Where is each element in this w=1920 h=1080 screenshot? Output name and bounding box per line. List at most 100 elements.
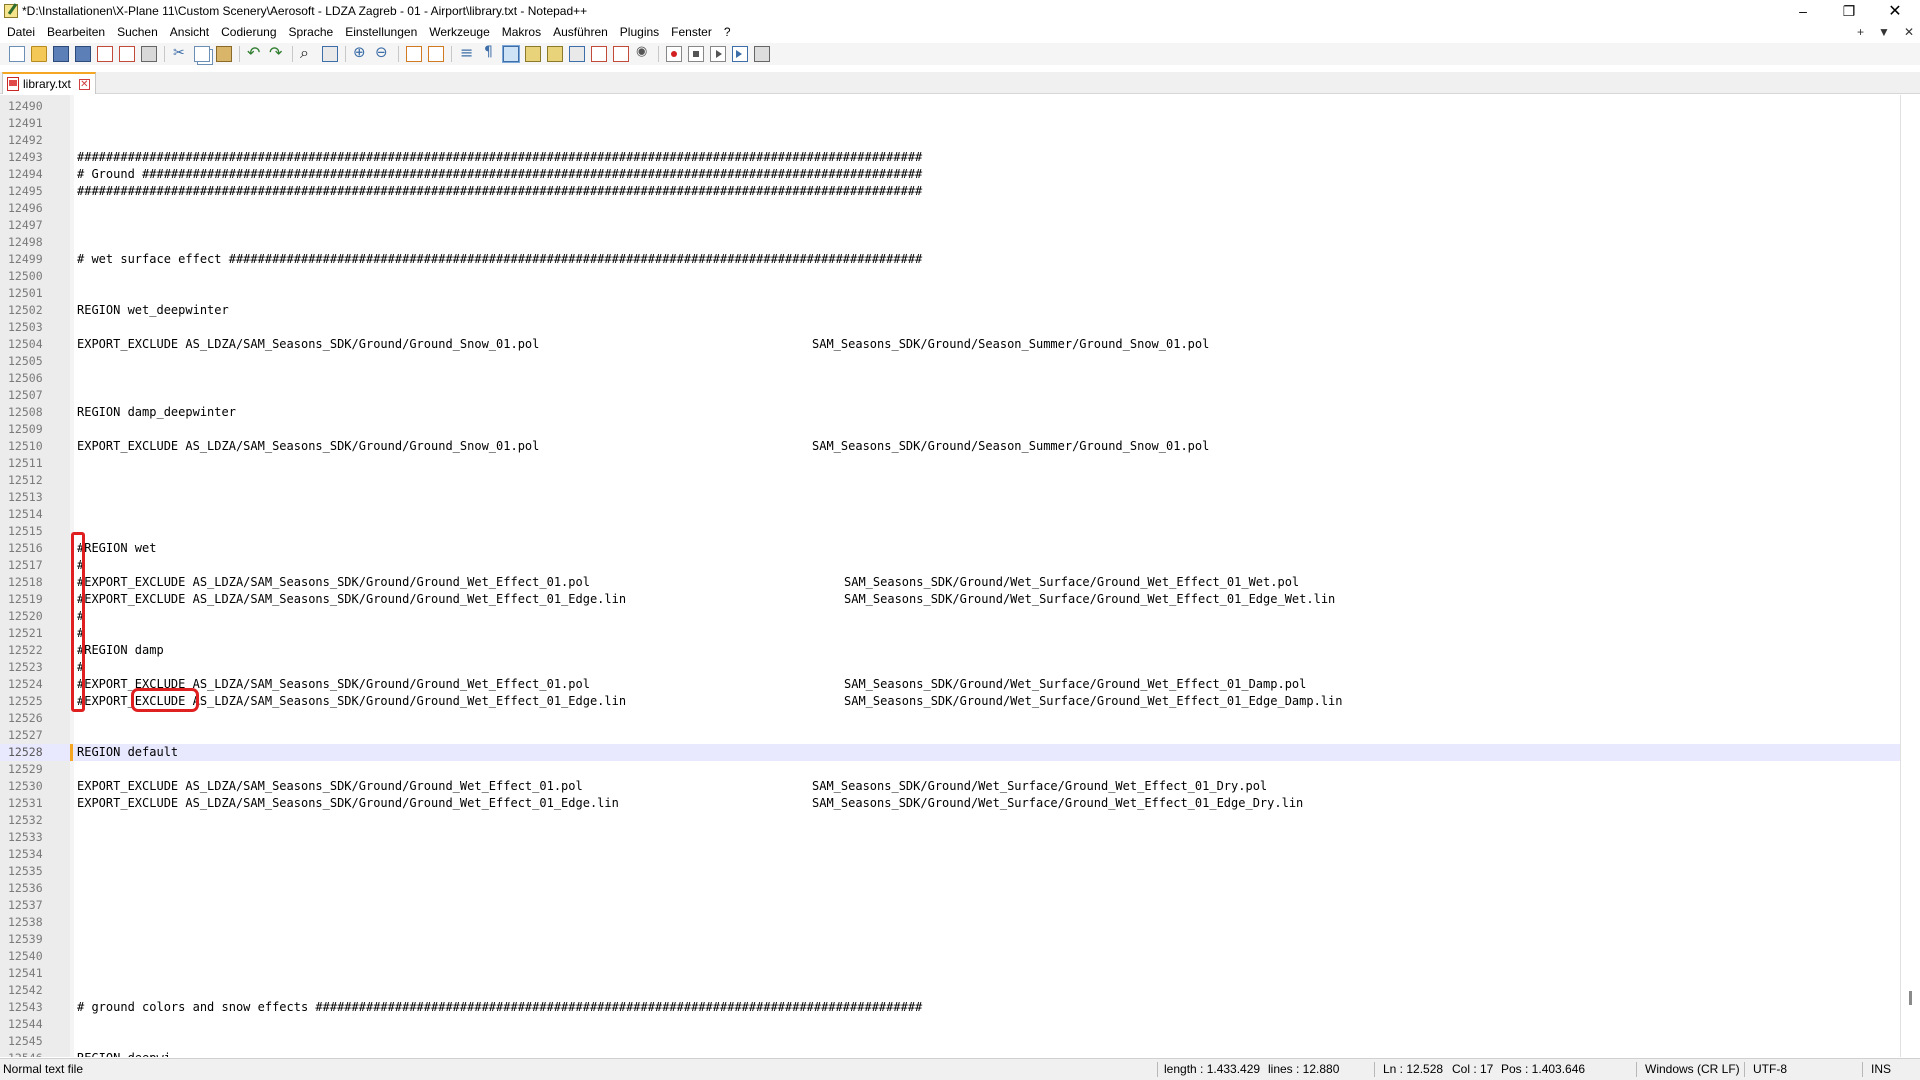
menu-datei[interactable]: Datei (0, 25, 41, 39)
notepadpp-app-icon[interactable] (4, 4, 18, 18)
sync-horizontal-scroll-icon[interactable] (428, 46, 444, 62)
open-file-icon[interactable] (31, 46, 47, 62)
find-icon[interactable] (300, 43, 316, 63)
menu-plugins[interactable]: Plugins (614, 25, 665, 39)
tab-list-dropdown-button[interactable]: ▼ (1878, 25, 1890, 39)
document-map-icon[interactable] (547, 46, 563, 62)
scrollbar-thumb[interactable] (1909, 991, 1912, 1005)
editor-line[interactable]: 12518 #EXPORT_EXCLUDE AS_LDZA/SAM_Seasons… (0, 574, 1900, 591)
sync-vertical-scroll-icon[interactable] (406, 46, 422, 62)
menu-codierung[interactable]: Codierung (215, 25, 282, 39)
editor-line[interactable]: 12496 (0, 200, 1900, 217)
editor-line[interactable]: 12504 EXPORT_EXCLUDE AS_LDZA/SAM_Seasons_… (0, 336, 1900, 353)
editor-line[interactable]: 12490 (0, 98, 1900, 115)
editor-line[interactable]: 12546 REGION deepwi (0, 1050, 1900, 1057)
close-button[interactable]: ✕ (1872, 0, 1918, 22)
editor-line[interactable]: 12544 (0, 1016, 1900, 1033)
menu-einstellungen[interactable]: Einstellungen (339, 25, 423, 39)
editor-line[interactable]: 12509 (0, 421, 1900, 438)
close-document-button[interactable]: ✕ (1904, 25, 1914, 39)
editor-line[interactable]: 12517 # (0, 557, 1900, 574)
editor-line[interactable]: 12534 (0, 846, 1900, 863)
editor-line[interactable]: 12494 # Ground ##########################… (0, 166, 1900, 183)
editor-line[interactable]: 12527 (0, 727, 1900, 744)
zoom-in-icon[interactable] (353, 43, 369, 62)
menu-help[interactable]: ? (718, 25, 737, 39)
editor-line[interactable]: 12543 # ground colors and snow effects ##… (0, 999, 1900, 1016)
document-list-icon[interactable] (569, 46, 585, 62)
editor-line[interactable]: 12540 (0, 948, 1900, 965)
editor-line[interactable]: 12539 (0, 931, 1900, 948)
menu-ausfuehren[interactable]: Ausführen (547, 25, 614, 39)
run-macro-multiple-icon[interactable] (732, 46, 748, 62)
record-macro-icon[interactable] (666, 46, 682, 62)
close-all-icon[interactable] (119, 46, 135, 62)
undo-icon[interactable] (247, 43, 263, 62)
editor-line[interactable]: 12492 (0, 132, 1900, 149)
copy-icon[interactable] (194, 46, 210, 62)
stop-recording-icon[interactable] (688, 46, 704, 62)
editor-line[interactable]: 12537 (0, 897, 1900, 914)
editor-line[interactable]: 12499 # wet surface effect ##############… (0, 251, 1900, 268)
save-macro-icon[interactable] (754, 46, 770, 62)
editor-line[interactable]: 12511 (0, 455, 1900, 472)
monitoring-icon[interactable] (635, 44, 651, 62)
new-file-icon[interactable] (9, 46, 25, 62)
redo-icon[interactable] (269, 43, 285, 62)
editor-line[interactable]: 12508 REGION damp_deepwinter (0, 404, 1900, 421)
editor-line[interactable]: 12516 #REGION wet (0, 540, 1900, 557)
editor-line[interactable]: 12531 EXPORT_EXCLUDE AS_LDZA/SAM_Seasons_… (0, 795, 1900, 812)
editor-line[interactable]: 12502 REGION wet_deepwinter (0, 302, 1900, 319)
vertical-scrollbar[interactable] (1904, 95, 1918, 1057)
editor-line[interactable]: 12506 (0, 370, 1900, 387)
editor-line[interactable]: 12532 (0, 812, 1900, 829)
editor-line[interactable]: 12500 (0, 268, 1900, 285)
minimize-button[interactable]: – (1780, 0, 1826, 22)
editor-line[interactable]: 12535 (0, 863, 1900, 880)
tab-close-icon[interactable]: ✕ (78, 78, 90, 90)
editor-line[interactable]: 12497 (0, 217, 1900, 234)
text-editor[interactable]: 12490 12491 12492 12493 ####################… (0, 95, 1920, 1057)
editor-line[interactable]: 12515 (0, 523, 1900, 540)
editor-line[interactable]: 12513 (0, 489, 1900, 506)
editor-line[interactable]: 12528 REGION default (0, 744, 1900, 761)
playback-macro-icon[interactable] (710, 46, 726, 62)
restore-button[interactable]: ❐ (1826, 0, 1872, 22)
editor-line[interactable]: 12529 (0, 761, 1900, 778)
menu-bearbeiten[interactable]: Bearbeiten (41, 25, 111, 39)
editor-line[interactable]: 12545 (0, 1033, 1900, 1050)
editor-line[interactable]: 12498 (0, 234, 1900, 251)
print-icon[interactable] (141, 46, 157, 62)
editor-line[interactable]: 12505 (0, 353, 1900, 370)
save-all-icon[interactable] (75, 46, 91, 62)
function-list-icon[interactable] (591, 46, 607, 62)
replace-icon[interactable] (322, 46, 338, 62)
indent-guide-icon[interactable] (502, 45, 520, 63)
editor-line[interactable]: 12520 # (0, 608, 1900, 625)
editor-line[interactable]: 12530 EXPORT_EXCLUDE AS_LDZA/SAM_Seasons_… (0, 778, 1900, 795)
new-tab-plus-button[interactable]: + (1857, 25, 1864, 39)
editor-line[interactable]: 12523 # (0, 659, 1900, 676)
editor-line[interactable]: 12514 (0, 506, 1900, 523)
editor-line[interactable]: 12538 (0, 914, 1900, 931)
editor-line[interactable]: 12510 EXPORT_EXCLUDE AS_LDZA/SAM_Seasons_… (0, 438, 1900, 455)
editor-line[interactable]: 12503 (0, 319, 1900, 336)
language-define-icon[interactable] (525, 46, 541, 62)
editor-line[interactable]: 12524 #EXPORT_EXCLUDE AS_LDZA/SAM_Seasons… (0, 676, 1900, 693)
menu-fenster[interactable]: Fenster (665, 25, 718, 39)
save-icon[interactable] (53, 46, 69, 62)
paste-icon[interactable] (216, 46, 232, 62)
editor-line[interactable]: 12501 (0, 285, 1900, 302)
tab-library-txt[interactable]: library.txt ✕ (2, 72, 96, 94)
zoom-out-icon[interactable] (375, 43, 391, 62)
editor-line[interactable]: 12512 (0, 472, 1900, 489)
menu-werkzeuge[interactable]: Werkzeuge (423, 25, 495, 39)
editor-line[interactable]: 12493 ###################################… (0, 149, 1900, 166)
word-wrap-icon[interactable] (459, 43, 475, 62)
cut-icon[interactable] (172, 44, 188, 62)
editor-line[interactable]: 12541 (0, 965, 1900, 982)
editor-line[interactable]: 12525 #EXPORT_EXCLUDE AS_LDZA/SAM_Seasons… (0, 693, 1900, 710)
editor-line[interactable]: 12519 #EXPORT_EXCLUDE AS_LDZA/SAM_Seasons… (0, 591, 1900, 608)
menu-ansicht[interactable]: Ansicht (164, 25, 215, 39)
editor-line[interactable]: 12536 (0, 880, 1900, 897)
